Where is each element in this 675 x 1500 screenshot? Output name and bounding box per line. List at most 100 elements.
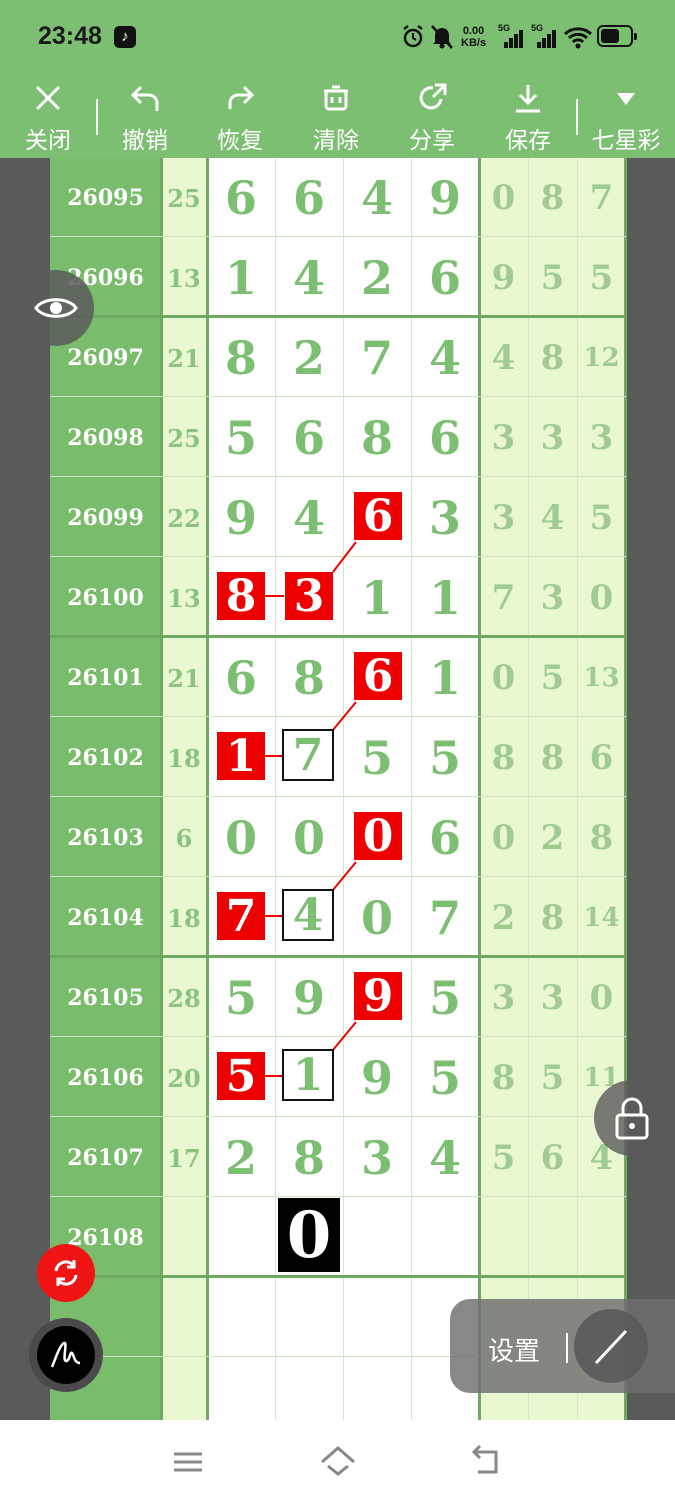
main-digit-cell[interactable]: 3 xyxy=(343,1118,411,1198)
main-digit-cell[interactable]: 9 xyxy=(343,1038,411,1118)
tail-digit-cell[interactable]: 12 xyxy=(577,318,626,398)
main-digit-cell[interactable]: 2 xyxy=(275,318,343,398)
issue-number-cell[interactable]: 26098 xyxy=(50,398,161,478)
issue-number-cell[interactable]: 26101 xyxy=(50,638,161,718)
main-digit-cell[interactable]: 1 xyxy=(411,558,479,638)
highlight-red-cell[interactable]: 0 xyxy=(354,811,402,862)
main-digit-cell[interactable]: 0 xyxy=(343,878,411,958)
main-digit-cell[interactable]: 0 xyxy=(207,798,275,878)
settings-button[interactable]: 设置 xyxy=(488,1331,540,1368)
main-digit-cell[interactable]: 1 xyxy=(411,638,479,718)
sum-cell[interactable]: 20 xyxy=(161,1038,207,1118)
tail-digit-cell[interactable]: 8 xyxy=(479,718,528,798)
tail-digit-cell[interactable]: 3 xyxy=(479,398,528,478)
main-digit-cell[interactable]: 5 xyxy=(411,958,479,1038)
sum-cell[interactable]: 18 xyxy=(161,878,207,958)
clear-button[interactable]: 清除 xyxy=(296,75,376,158)
issue-number-cell[interactable]: 26102 xyxy=(50,718,161,798)
sum-cell[interactable]: 17 xyxy=(161,1118,207,1198)
main-digit-cell[interactable]: 2 xyxy=(207,1118,275,1198)
tail-digit-cell[interactable]: 7 xyxy=(479,558,528,638)
tail-digit-cell[interactable]: 5 xyxy=(528,1038,577,1118)
lottery-select-button[interactable]: 七星彩 xyxy=(586,75,666,158)
main-digit-cell[interactable] xyxy=(411,1198,479,1278)
main-digit-cell[interactable]: 5 xyxy=(343,718,411,798)
tail-digit-cell[interactable]: 3 xyxy=(528,398,577,478)
pen-tool-button[interactable] xyxy=(29,1318,103,1392)
tail-digit-cell[interactable]: 8 xyxy=(528,878,577,958)
undo-button[interactable]: 撤销 xyxy=(105,75,185,158)
main-digit-cell[interactable]: 9 xyxy=(207,478,275,558)
tail-digit-cell[interactable]: 3 xyxy=(528,558,577,638)
tail-digit-cell[interactable]: 6 xyxy=(528,1118,577,1198)
tail-digit-cell[interactable] xyxy=(479,1198,528,1278)
tail-digit-cell[interactable]: 8 xyxy=(528,158,577,238)
tail-digit-cell[interactable]: 3 xyxy=(479,478,528,558)
tail-digit-cell[interactable]: 3 xyxy=(528,958,577,1038)
issue-number-cell[interactable]: 26107 xyxy=(50,1118,161,1198)
tail-digit-cell[interactable]: 7 xyxy=(577,158,626,238)
back-nav-button[interactable] xyxy=(468,1442,508,1482)
tail-digit-cell[interactable] xyxy=(577,1198,626,1278)
issue-number-cell[interactable]: 26104 xyxy=(50,878,161,958)
tail-digit-cell[interactable] xyxy=(528,1198,577,1278)
tail-digit-cell[interactable]: 0 xyxy=(479,798,528,878)
sum-cell[interactable]: 28 xyxy=(161,958,207,1038)
main-digit-cell[interactable]: 1 xyxy=(207,238,275,318)
menu-nav-button[interactable] xyxy=(168,1442,208,1482)
sum-cell[interactable]: 13 xyxy=(161,238,207,318)
main-digit-cell[interactable] xyxy=(343,1198,411,1278)
main-digit-cell[interactable]: 6 xyxy=(207,158,275,238)
tail-digit-cell[interactable]: 13 xyxy=(577,638,626,718)
home-nav-button[interactable] xyxy=(318,1442,358,1482)
tail-digit-cell[interactable]: 0 xyxy=(479,158,528,238)
line-tool-button[interactable] xyxy=(574,1309,648,1383)
sum-cell[interactable] xyxy=(161,1198,207,1278)
sum-cell[interactable]: 22 xyxy=(161,478,207,558)
main-digit-cell[interactable]: 8 xyxy=(275,1118,343,1198)
tail-digit-cell[interactable]: 8 xyxy=(577,798,626,878)
highlight-red-cell[interactable]: 6 xyxy=(354,491,402,542)
issue-number-cell[interactable]: 26103 xyxy=(50,798,161,878)
tail-digit-cell[interactable]: 5 xyxy=(528,238,577,318)
highlight-red-cell[interactable]: 8 xyxy=(217,571,265,622)
main-digit-cell[interactable]: 8 xyxy=(275,638,343,718)
sum-cell[interactable]: 6 xyxy=(161,798,207,878)
sum-cell[interactable]: 21 xyxy=(161,318,207,398)
main-digit-cell[interactable]: 3 xyxy=(411,478,479,558)
main-digit-cell[interactable]: 6 xyxy=(275,398,343,478)
main-digit-cell[interactable]: 6 xyxy=(411,238,479,318)
tail-digit-cell[interactable]: 8 xyxy=(528,718,577,798)
redo-button[interactable]: 恢复 xyxy=(200,75,280,158)
issue-number-cell[interactable]: 26095 xyxy=(50,158,161,238)
tail-digit-cell[interactable]: 8 xyxy=(479,1038,528,1118)
tail-digit-cell[interactable]: 6 xyxy=(577,718,626,798)
tail-digit-cell[interactable]: 5 xyxy=(577,478,626,558)
refresh-button[interactable] xyxy=(37,1244,95,1302)
main-digit-cell[interactable]: 7 xyxy=(411,878,479,958)
main-digit-cell[interactable]: 2 xyxy=(343,238,411,318)
highlight-red-cell[interactable]: 3 xyxy=(285,571,333,622)
main-digit-cell[interactable]: 5 xyxy=(207,398,275,478)
tail-digit-cell[interactable]: 0 xyxy=(479,638,528,718)
highlight-red-cell[interactable]: 5 xyxy=(217,1051,265,1102)
highlight-red-cell[interactable]: 9 xyxy=(354,971,402,1022)
sum-cell[interactable]: 21 xyxy=(161,638,207,718)
main-digit-cell[interactable]: 4 xyxy=(343,158,411,238)
main-digit-cell[interactable]: 8 xyxy=(343,398,411,478)
lock-button[interactable] xyxy=(594,1080,670,1156)
sum-cell[interactable]: 25 xyxy=(161,398,207,478)
main-digit-cell[interactable]: 6 xyxy=(275,158,343,238)
highlight-outline-cell[interactable]: 7 xyxy=(282,729,334,781)
sum-cell[interactable]: 13 xyxy=(161,558,207,638)
tail-digit-cell[interactable]: 4 xyxy=(479,318,528,398)
tail-digit-cell[interactable]: 14 xyxy=(577,878,626,958)
highlight-outline-cell[interactable]: 1 xyxy=(282,1049,334,1101)
tail-digit-cell[interactable]: 9 xyxy=(479,238,528,318)
main-digit-cell[interactable]: 6 xyxy=(207,638,275,718)
sum-cell[interactable]: 25 xyxy=(161,158,207,238)
tail-digit-cell[interactable]: 5 xyxy=(577,238,626,318)
main-digit-cell[interactable]: 9 xyxy=(411,158,479,238)
save-button[interactable]: 保存 xyxy=(488,75,568,158)
tail-digit-cell[interactable]: 2 xyxy=(528,798,577,878)
